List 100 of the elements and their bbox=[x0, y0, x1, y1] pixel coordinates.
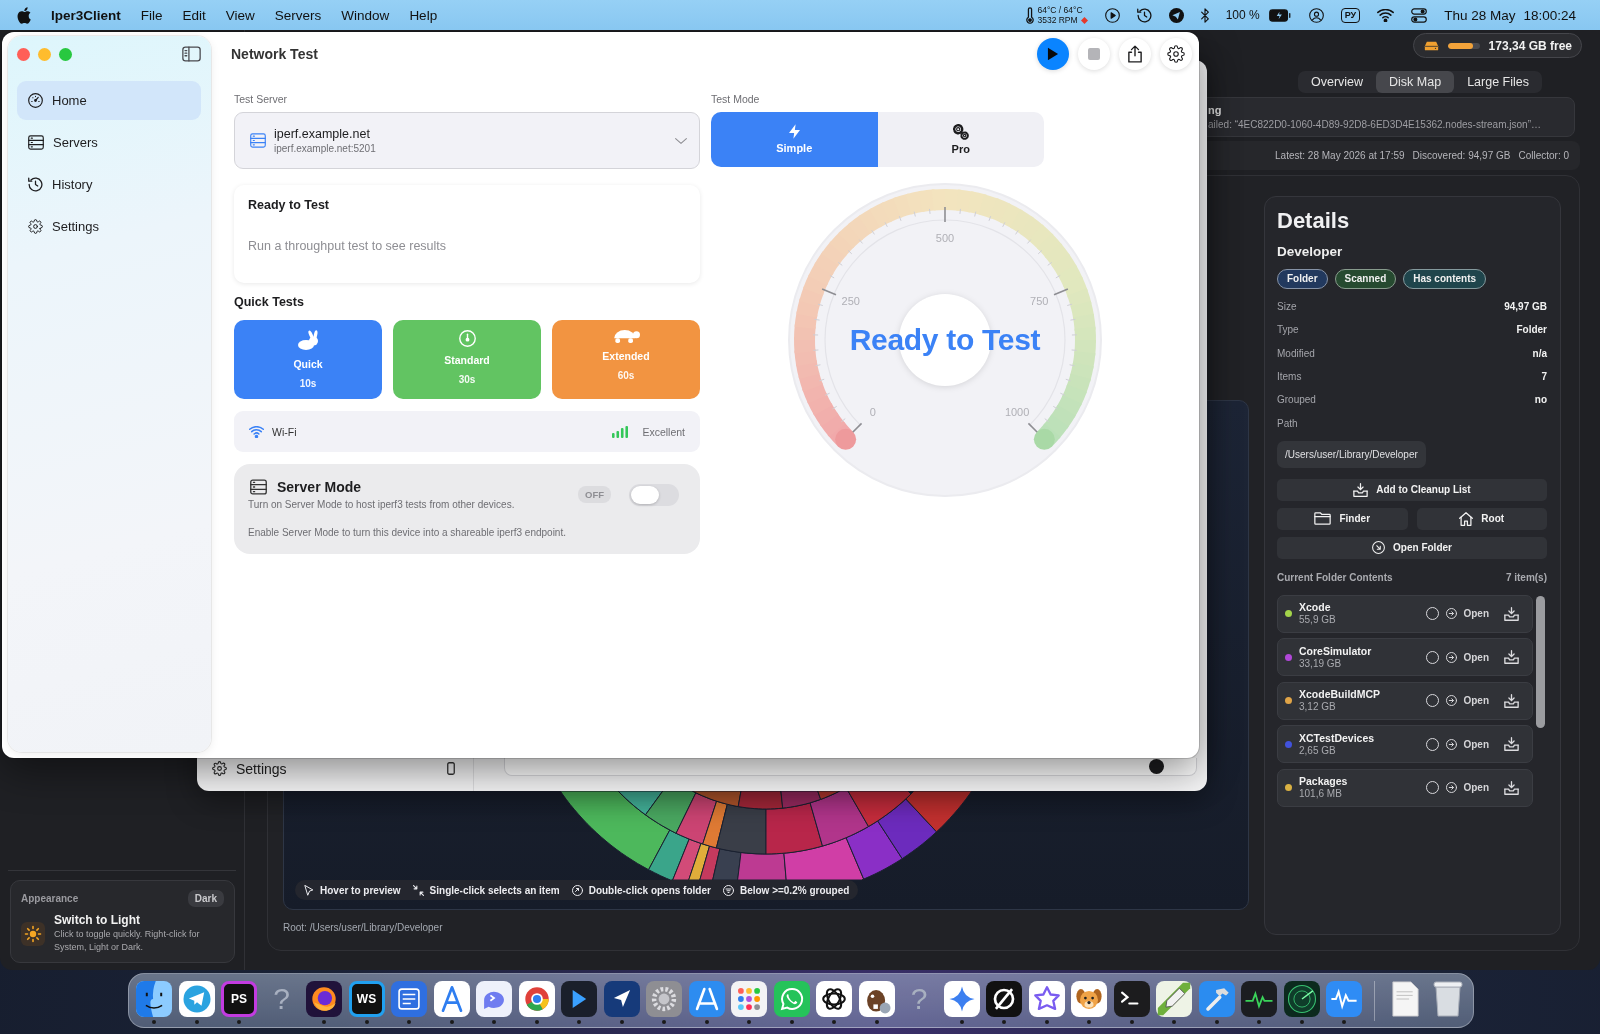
menu-item[interactable]: File bbox=[140, 7, 163, 23]
folder-row[interactable]: Packages 101,6 MB Open bbox=[1277, 768, 1533, 807]
wifi-icon[interactable] bbox=[1377, 8, 1395, 22]
menu-bar-date[interactable]: Thu 28 May bbox=[1444, 7, 1516, 23]
input-source-button[interactable]: РУ bbox=[1340, 7, 1361, 23]
add-to-cleanup-button[interactable]: Add to Cleanup List bbox=[1277, 478, 1547, 501]
paper-plane-icon[interactable] bbox=[1168, 7, 1184, 23]
menu-item[interactable]: Edit bbox=[182, 7, 206, 23]
apple-icon[interactable] bbox=[17, 6, 31, 24]
smiling-face-icon[interactable] bbox=[136, 981, 172, 1017]
sunburst-segment[interactable] bbox=[645, 790, 697, 834]
dock-app-button[interactable]: PS bbox=[221, 981, 257, 1017]
clock-arrow-icon[interactable] bbox=[1136, 7, 1152, 23]
folder-row[interactable]: Xcode 55,9 GB Open bbox=[1277, 594, 1533, 633]
toggles-icon[interactable] bbox=[1411, 7, 1428, 23]
menu-item[interactable]: Window bbox=[341, 7, 390, 23]
view-tab[interactable]: Overview bbox=[1297, 71, 1377, 93]
open-button[interactable]: Open bbox=[1446, 608, 1489, 620]
sidebar-item[interactable]: Settings bbox=[17, 207, 201, 246]
finder-button[interactable]: Finder bbox=[1277, 507, 1408, 530]
fan-speed-reading: 3532 RPM bbox=[1037, 15, 1078, 25]
trash-icon[interactable] bbox=[1432, 981, 1463, 1017]
open-button[interactable]: Open bbox=[1446, 782, 1489, 794]
view-tab[interactable]: Large Files bbox=[1454, 71, 1542, 93]
folder-size: 55,9 GB bbox=[1299, 614, 1337, 627]
sidebar-item[interactable]: Home bbox=[17, 81, 201, 120]
settings-button[interactable] bbox=[1160, 38, 1192, 70]
play-circle-icon[interactable] bbox=[1104, 7, 1120, 23]
person-circle-icon[interactable] bbox=[1308, 7, 1324, 23]
quick-test-button[interactable]: Quick 10s bbox=[234, 320, 382, 399]
open-button[interactable]: Open bbox=[1446, 695, 1489, 707]
tray-download-icon[interactable] bbox=[1504, 780, 1519, 795]
sidebar-item[interactable]: Settings bbox=[212, 760, 447, 777]
tray-download-icon[interactable] bbox=[1504, 650, 1519, 665]
folder-row[interactable]: XcodeBuildMCP 3,12 GB Open bbox=[1277, 681, 1533, 720]
sidebar-item[interactable]: History bbox=[17, 165, 201, 204]
dog-face-icon[interactable] bbox=[1071, 981, 1107, 1017]
sunburst-segment[interactable] bbox=[617, 790, 664, 816]
menu-item[interactable]: View bbox=[225, 7, 255, 23]
menu-bar-time[interactable]: 18:00:24 bbox=[1523, 7, 1576, 23]
lined-square-icon[interactable] bbox=[391, 981, 427, 1017]
tray-download-icon[interactable] bbox=[1504, 737, 1519, 752]
open-button[interactable]: Open bbox=[1446, 651, 1489, 663]
phone-icon[interactable] bbox=[447, 762, 455, 775]
pen-icon[interactable] bbox=[1156, 981, 1192, 1017]
radar-icon[interactable] bbox=[1283, 981, 1320, 1017]
server-mode-note: Enable Server Mode to turn this device into a shareable iperf3 endpoint. bbox=[248, 526, 567, 539]
mode-option[interactable]: Simple bbox=[711, 112, 878, 167]
share-button[interactable] bbox=[1119, 38, 1151, 70]
phone-bubble-icon[interactable] bbox=[773, 981, 810, 1017]
hammer-icon[interactable] bbox=[1198, 981, 1235, 1017]
gear-icon[interactable] bbox=[646, 981, 682, 1017]
menu-item[interactable]: Servers bbox=[274, 7, 322, 23]
sunburst-segment[interactable] bbox=[737, 790, 784, 810]
knot-icon[interactable] bbox=[816, 981, 852, 1017]
sunburst-segment[interactable] bbox=[905, 790, 973, 833]
round-button-icon[interactable] bbox=[1149, 759, 1164, 774]
root-button[interactable]: Root bbox=[1416, 507, 1547, 530]
folder-row[interactable]: XCTestDevices 2,65 GB Open bbox=[1277, 725, 1533, 764]
server-mode-switch[interactable] bbox=[629, 483, 679, 506]
app-menu[interactable]: Iper3Client bbox=[51, 7, 121, 23]
setting-field[interactable] bbox=[504, 758, 1197, 776]
waveform-icon[interactable] bbox=[1326, 981, 1362, 1017]
chat-bubble-icon[interactable] bbox=[476, 981, 512, 1017]
folder-row[interactable]: CoreSimulator 33,19 GB Open bbox=[1277, 638, 1533, 677]
paper-plane-icon[interactable] bbox=[178, 981, 215, 1017]
play-button[interactable] bbox=[1037, 38, 1069, 70]
sunburst-segment[interactable] bbox=[691, 790, 742, 808]
sidebar-toggle-icon[interactable] bbox=[182, 46, 201, 62]
sunburst-segment[interactable] bbox=[780, 790, 822, 809]
thermometer-icon[interactable] bbox=[1026, 6, 1035, 24]
mode-option[interactable]: Pro bbox=[877, 112, 1044, 167]
bluetooth-icon[interactable] bbox=[1200, 7, 1209, 23]
sunburst-segment[interactable] bbox=[559, 790, 671, 871]
scrollbar-thumb[interactable] bbox=[1536, 595, 1545, 728]
tray-download-icon[interactable] bbox=[1504, 693, 1519, 708]
terminal-icon[interactable] bbox=[1113, 981, 1150, 1017]
document-icon[interactable] bbox=[1391, 981, 1419, 1017]
battery-icon[interactable] bbox=[1267, 8, 1292, 22]
tray-download-icon[interactable] bbox=[1504, 606, 1519, 621]
sunburst-segment[interactable] bbox=[648, 829, 690, 881]
open-button[interactable]: Open bbox=[1446, 738, 1489, 750]
flame-globe-icon[interactable] bbox=[306, 981, 342, 1017]
sidebar-item[interactable]: Servers bbox=[17, 123, 201, 162]
appearance-card[interactable]: Appearance Dark Switch to Light Click to toggle quickly. Right-click for System, Light or Dark. bbox=[10, 880, 235, 963]
open-folder-button[interactable]: Open Folder bbox=[1277, 536, 1547, 559]
close-window-button[interactable] bbox=[17, 47, 30, 61]
beaver-icon[interactable] bbox=[858, 981, 895, 1017]
dock-app-button[interactable]: WS bbox=[348, 981, 385, 1017]
compass-icon[interactable] bbox=[433, 981, 470, 1017]
sparkle-icon[interactable] bbox=[943, 981, 980, 1017]
sunburst-segment[interactable] bbox=[817, 790, 841, 800]
sunburst-segment[interactable] bbox=[847, 790, 912, 827]
chevron-down-icon[interactable] bbox=[675, 137, 687, 144]
server-picker[interactable]: iperf.example.net iperf.example.net:5201 bbox=[234, 112, 700, 169]
menu-item[interactable]: Help bbox=[409, 7, 438, 23]
crossed-sticks-icon[interactable] bbox=[688, 981, 725, 1017]
dot-grid-icon[interactable] bbox=[731, 981, 767, 1017]
sunburst-segment[interactable] bbox=[672, 838, 702, 881]
view-tab[interactable]: Disk Map bbox=[1376, 71, 1455, 93]
